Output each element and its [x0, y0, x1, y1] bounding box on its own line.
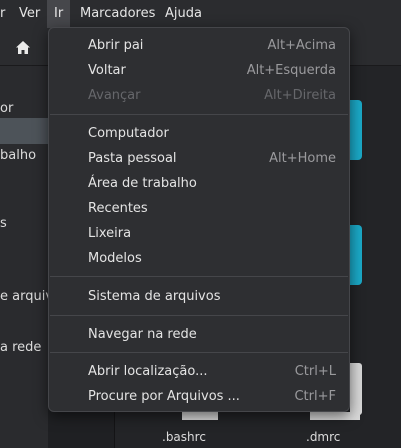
menu-item-label: Lixeira	[88, 226, 132, 241]
menu-item-search-files[interactable]: Procure por Arquivos ... Ctrl+F	[49, 384, 349, 409]
menu-item-label: Área de trabalho	[88, 176, 197, 191]
menu-item-label: Navegar na rede	[88, 327, 197, 342]
menu-item-home-folder[interactable]: Pasta pessoal Alt+Home	[49, 146, 349, 171]
menu-item-shortcut: Alt+Acima	[267, 38, 336, 53]
menu-item-desktop[interactable]: Área de trabalho	[49, 171, 349, 196]
menu-item-label: Avançar	[88, 88, 141, 103]
menu-item-back[interactable]: Voltar Alt+Esquerda	[49, 58, 349, 83]
menu-view[interactable]: Ver	[19, 0, 40, 28]
sidebar-item-label[interactable]: balho	[0, 148, 36, 163]
menu-item-shortcut: Ctrl+F	[294, 389, 336, 404]
go-menu: Abrir pai Alt+Acima Voltar Alt+Esquerda …	[48, 27, 350, 412]
menu-item-shortcut: Ctrl+L	[294, 364, 336, 379]
menu-go[interactable]: Ir	[47, 0, 71, 28]
menu-item-label: Procure por Arquivos ...	[88, 389, 240, 404]
folder-icon[interactable]	[350, 225, 362, 285]
menu-item-file-system[interactable]: Sistema de arquivos	[49, 284, 349, 309]
sidebar-item-label[interactable]: a rede	[0, 340, 41, 355]
menu-help[interactable]: Ajuda	[165, 0, 202, 28]
menu-separator	[50, 276, 348, 277]
menu-item-open-location[interactable]: Abrir localização... Ctrl+L	[49, 359, 349, 384]
menu-item-label: Modelos	[88, 251, 142, 266]
menu-item-open-parent[interactable]: Abrir pai Alt+Acima	[49, 33, 349, 58]
home-icon	[16, 40, 30, 54]
menu-edit[interactable]: r	[0, 0, 5, 28]
file-name[interactable]: .bashrc	[162, 430, 206, 444]
menu-item-label: Computador	[88, 126, 169, 141]
menu-item-label: Pasta pessoal	[88, 151, 177, 166]
file-icon[interactable]	[182, 412, 218, 420]
menu-item-shortcut: Alt+Direita	[264, 88, 336, 103]
menu-item-computer[interactable]: Computador	[49, 121, 349, 146]
home-button[interactable]	[9, 33, 37, 61]
file-name[interactable]: .dmrc	[306, 430, 340, 444]
menu-item-label: Voltar	[88, 63, 126, 78]
menu-item-trash[interactable]: Lixeira	[49, 221, 349, 246]
sidebar-selected-item[interactable]	[0, 118, 48, 144]
menu-item-templates[interactable]: Modelos	[49, 246, 349, 271]
menu-item-forward: Avançar Alt+Direita	[49, 83, 349, 108]
menu-item-label: Abrir pai	[88, 38, 144, 53]
file-icon[interactable]	[350, 363, 362, 415]
folder-icon[interactable]	[350, 100, 362, 160]
menu-item-label: Abrir localização...	[88, 364, 208, 379]
menubar: r Ver Ir Marcadores Ajuda	[0, 0, 401, 28]
menu-item-shortcut: Alt+Home	[269, 151, 336, 166]
sidebar-item-label[interactable]: or	[0, 101, 13, 116]
menu-item-label: Recentes	[88, 201, 148, 216]
menu-item-shortcut: Alt+Esquerda	[246, 63, 336, 78]
menu-bookmarks[interactable]: Marcadores	[80, 0, 155, 28]
menu-item-label: Sistema de arquivos	[88, 289, 221, 304]
file-icon[interactable]	[310, 412, 360, 420]
sidebar-item-label[interactable]: s	[0, 216, 7, 231]
menu-item-browse-network[interactable]: Navegar na rede	[49, 322, 349, 347]
menu-separator	[50, 352, 348, 353]
menu-separator	[50, 114, 348, 115]
menu-separator	[50, 315, 348, 316]
menu-item-recent[interactable]: Recentes	[49, 196, 349, 221]
